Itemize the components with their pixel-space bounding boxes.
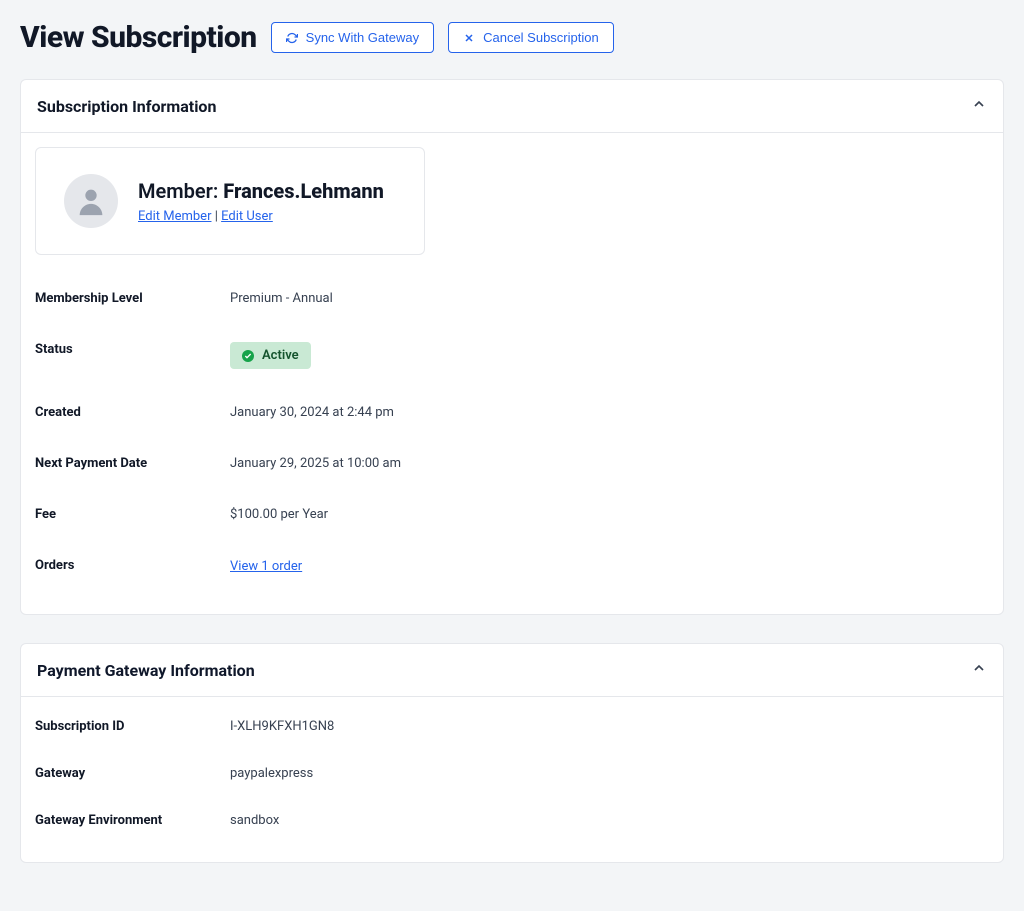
status-value: Active xyxy=(262,348,299,363)
member-prefix: Member: xyxy=(138,179,223,203)
subscription-info-panel: Subscription Information Member: Frances… xyxy=(20,79,1004,615)
chevron-up-icon xyxy=(971,660,987,680)
membership-level-label: Membership Level xyxy=(35,291,230,306)
status-badge: Active xyxy=(230,342,311,369)
next-payment-value: January 29, 2025 at 10:00 am xyxy=(230,456,401,471)
close-icon xyxy=(463,32,475,44)
status-label: Status xyxy=(35,342,230,369)
cancel-subscription-label: Cancel Subscription xyxy=(483,30,599,45)
row-created: Created January 30, 2024 at 2:44 pm xyxy=(35,387,989,438)
member-name: Frances.Lehmann xyxy=(223,179,384,203)
created-label: Created xyxy=(35,405,230,420)
created-value: January 30, 2024 at 2:44 pm xyxy=(230,405,394,420)
cancel-subscription-button[interactable]: Cancel Subscription xyxy=(448,22,614,53)
edit-member-link[interactable]: Edit Member xyxy=(138,209,211,224)
row-orders: Orders View 1 order xyxy=(35,540,989,592)
refresh-icon xyxy=(286,32,298,44)
fee-label: Fee xyxy=(35,507,230,522)
page-title: View Subscription xyxy=(20,20,257,55)
view-orders-link[interactable]: View 1 order xyxy=(230,559,302,574)
gateway-label: Gateway xyxy=(35,766,230,781)
gateway-info-panel: Payment Gateway Information Subscription… xyxy=(20,643,1004,863)
row-next-payment: Next Payment Date January 29, 2025 at 10… xyxy=(35,438,989,489)
subscription-info-title: Subscription Information xyxy=(37,97,216,116)
sync-gateway-label: Sync With Gateway xyxy=(306,30,419,45)
row-gateway: Gateway paypalexpress xyxy=(35,750,989,797)
next-payment-label: Next Payment Date xyxy=(35,456,230,471)
row-gateway-env: Gateway Environment sandbox xyxy=(35,797,989,844)
sync-gateway-button[interactable]: Sync With Gateway xyxy=(271,22,434,53)
row-membership-level: Membership Level Premium - Annual xyxy=(35,273,989,324)
gateway-env-label: Gateway Environment xyxy=(35,813,230,828)
chevron-up-icon xyxy=(971,96,987,116)
check-circle-icon xyxy=(242,350,254,362)
member-line: Member: Frances.Lehmann xyxy=(138,179,384,203)
row-fee: Fee $100.00 per Year xyxy=(35,489,989,540)
row-subscription-id: Subscription ID I-XLH9KFXH1GN8 xyxy=(35,703,989,750)
link-separator: | xyxy=(211,209,221,224)
row-status: Status Active xyxy=(35,324,989,387)
subscription-info-header[interactable]: Subscription Information xyxy=(21,80,1003,133)
gateway-info-header[interactable]: Payment Gateway Information xyxy=(21,644,1003,697)
gateway-value: paypalexpress xyxy=(230,766,313,781)
member-card: Member: Frances.Lehmann Edit Member | Ed… xyxy=(35,147,425,255)
subscription-id-label: Subscription ID xyxy=(35,719,230,734)
gateway-env-value: sandbox xyxy=(230,813,279,828)
subscription-id-value: I-XLH9KFXH1GN8 xyxy=(230,719,334,734)
edit-user-link[interactable]: Edit User xyxy=(221,209,273,224)
fee-value: $100.00 per Year xyxy=(230,507,328,522)
gateway-info-title: Payment Gateway Information xyxy=(37,661,255,680)
avatar xyxy=(64,174,118,228)
membership-level-value: Premium - Annual xyxy=(230,291,333,306)
orders-label: Orders xyxy=(35,558,230,574)
